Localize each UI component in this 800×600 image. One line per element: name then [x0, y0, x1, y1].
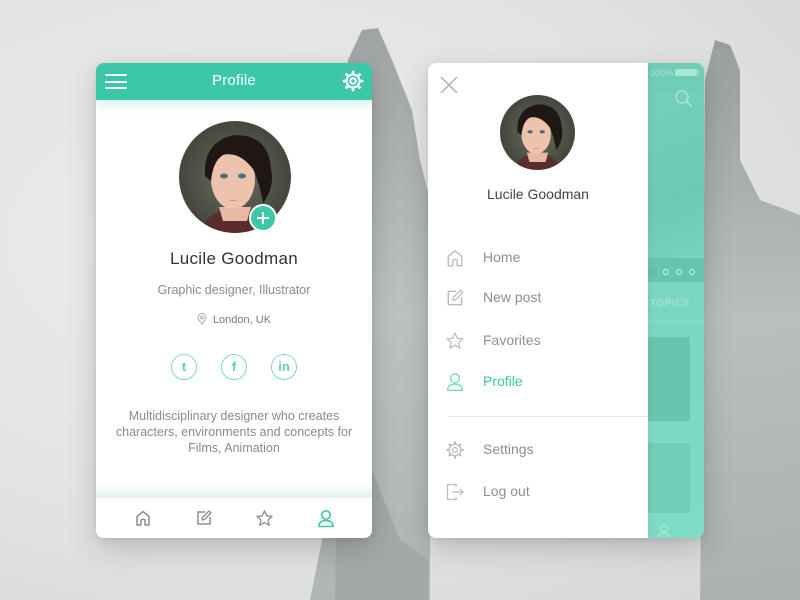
linkedin-icon[interactable]: in	[271, 354, 297, 380]
top-app-bar: Profile	[96, 63, 372, 100]
battery-text: 100%	[650, 68, 674, 78]
carousel-dot[interactable]	[650, 269, 656, 275]
profile-role: Graphic designer, Illustrator	[157, 283, 311, 297]
social-links: t f in	[96, 354, 372, 380]
avatar[interactable]	[500, 95, 575, 170]
feed-hero-image	[648, 93, 704, 263]
menu-item-label: Profile	[483, 373, 523, 389]
tab-new-post[interactable]	[184, 503, 224, 533]
menu-item-favorites[interactable]: Favorites	[428, 323, 648, 357]
menu-item-label: New post	[483, 289, 542, 305]
profile-screen: Profile Lucile Goodman Graphic designer,…	[96, 63, 372, 538]
facebook-icon[interactable]: f	[221, 354, 247, 380]
profile-location: London, UK	[96, 313, 372, 326]
gear-icon[interactable]	[342, 70, 364, 92]
menu-item-logout[interactable]: Log out	[428, 474, 648, 508]
edit-icon	[196, 510, 212, 525]
menu-item-home[interactable]: Home	[428, 240, 648, 274]
drawer-user-name: Lucile Goodman	[487, 186, 589, 202]
user-icon	[317, 509, 334, 527]
tab-home[interactable]	[123, 503, 163, 533]
menu-item-profile[interactable]: Profile	[428, 364, 648, 398]
menu-item-label: Favorites	[483, 332, 541, 348]
menu-item-label: Home	[483, 249, 521, 265]
battery-icon	[675, 69, 699, 76]
home-icon	[447, 250, 463, 267]
home-icon	[135, 510, 150, 526]
logout-icon	[446, 483, 464, 501]
feed-card[interactable]	[648, 443, 690, 513]
feed-card[interactable]	[648, 337, 690, 421]
profile-name: Lucile Goodman	[170, 249, 298, 268]
add-photo-button[interactable]	[249, 204, 277, 232]
search-icon[interactable]	[674, 89, 694, 109]
navigation-drawer: Lucile Goodman Home New post Favorites P…	[428, 63, 648, 538]
edit-icon	[447, 289, 464, 306]
star-icon	[256, 509, 273, 526]
location-text: London, UK	[212, 314, 272, 326]
menu-screen: 100% TOPICS Lucile Goodman Home New post…	[428, 63, 704, 538]
menu-item-label: Log out	[483, 483, 530, 499]
user-icon	[446, 373, 464, 392]
menu-divider	[448, 416, 648, 417]
page-title: Profile	[212, 72, 256, 89]
menu-item-new-post[interactable]: New post	[428, 280, 648, 314]
carousel-dots[interactable]	[650, 269, 702, 275]
carousel-dot[interactable]	[676, 269, 682, 275]
scroll-fade	[96, 483, 372, 498]
tab-profile[interactable]	[306, 503, 346, 533]
map-pin-icon	[197, 313, 207, 325]
topics-label: TOPICS	[650, 298, 691, 309]
carousel-dot[interactable]	[663, 269, 669, 275]
divider	[648, 321, 704, 322]
tab-favorites[interactable]	[245, 503, 285, 533]
underlying-screen[interactable]: 100% TOPICS	[648, 63, 704, 538]
close-icon[interactable]	[440, 76, 458, 94]
menu-item-settings[interactable]: Settings	[428, 432, 648, 466]
bottom-tab-bar	[96, 498, 372, 538]
menu-item-label: Settings	[483, 441, 534, 457]
user-icon	[657, 523, 671, 538]
carousel-dot[interactable]	[689, 269, 695, 275]
twitter-icon[interactable]: t	[171, 354, 197, 380]
profile-bio: Multidisciplinary designer who creates c…	[115, 409, 353, 455]
profile-avatar-container	[179, 121, 291, 233]
gear-icon	[446, 441, 464, 459]
star-icon	[446, 332, 464, 349]
